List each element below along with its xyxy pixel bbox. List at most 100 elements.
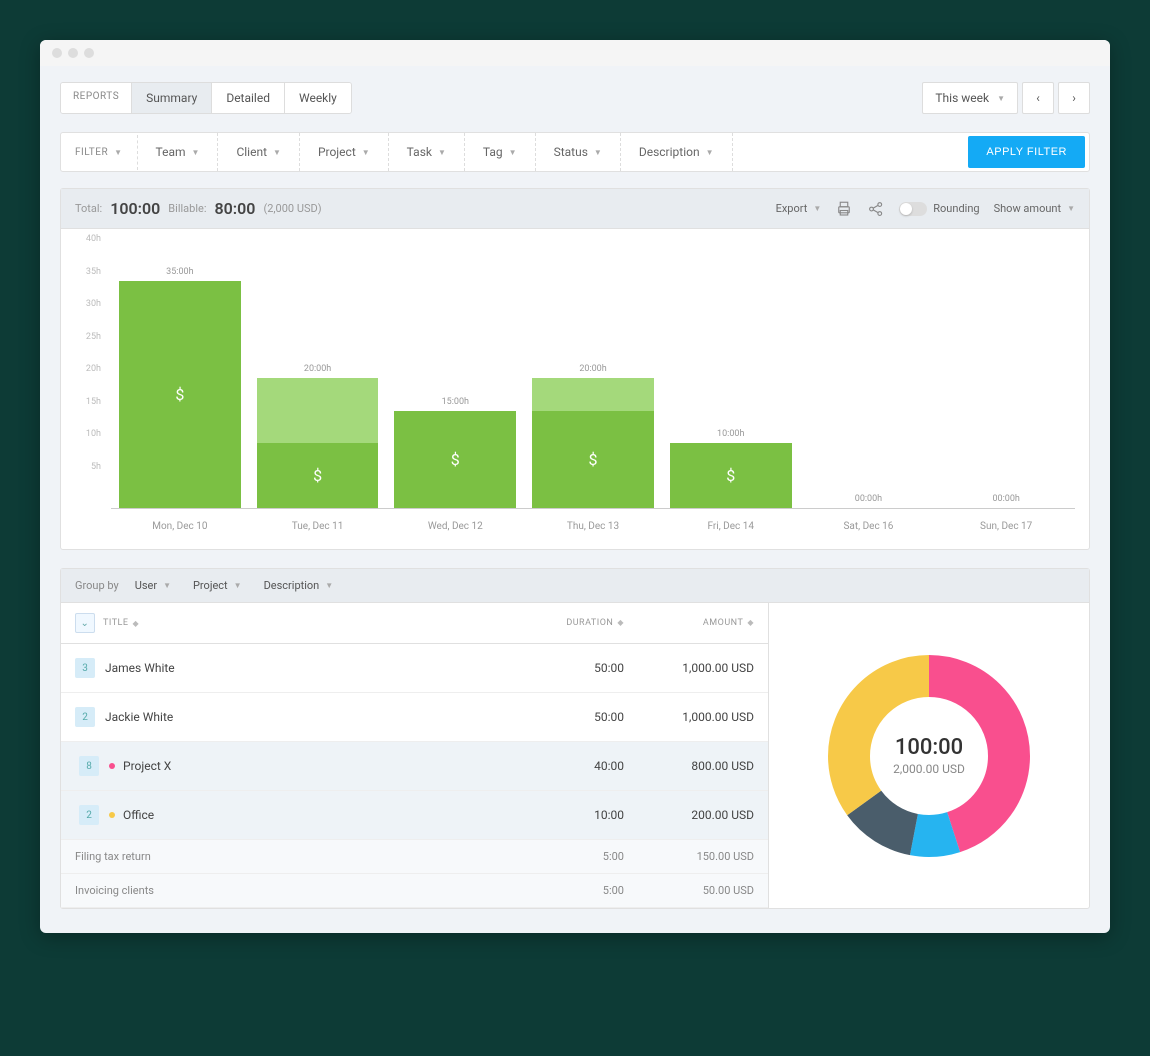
row-duration: 40:00 xyxy=(514,759,624,773)
y-tick: 5h xyxy=(91,462,101,472)
bar-segment-billable: $ xyxy=(257,443,379,508)
filter-tag[interactable]: Tag▼ xyxy=(465,133,536,171)
filter-description[interactable]: Description▼ xyxy=(621,133,733,171)
table-row[interactable]: 2 Jackie White 50:001,000.00 USD xyxy=(61,693,768,742)
bar-category-label: Sun, Dec 17 xyxy=(980,521,1032,532)
billable-value: 80:00 xyxy=(215,199,256,218)
window-dot xyxy=(68,48,78,58)
period-select[interactable]: This week ▼ xyxy=(922,82,1018,114)
billable-amount: (2,000 USD) xyxy=(263,202,321,215)
row-duration: 10:00 xyxy=(514,808,624,822)
filter-team[interactable]: Team▼ xyxy=(138,133,219,171)
column-duration[interactable]: DURATION◆ xyxy=(514,618,624,628)
row-title: James White xyxy=(105,661,175,675)
column-amount[interactable]: AMOUNT◆ xyxy=(624,618,754,628)
share-button[interactable] xyxy=(867,200,885,218)
table-row[interactable]: 3James White50:001,000.00 USD xyxy=(61,644,768,693)
report-tabs: REPORTS SummaryDetailedWeekly xyxy=(60,82,352,114)
window-dot xyxy=(84,48,94,58)
bar-segment-nonbillable xyxy=(532,378,654,411)
filter-status[interactable]: Status▼ xyxy=(536,133,621,171)
chevron-down-icon: ▼ xyxy=(438,148,446,157)
row-amount: 150.00 USD xyxy=(624,850,754,863)
table-row[interactable]: Invoicing clients5:0050.00 USD xyxy=(61,874,768,908)
export-button[interactable]: Export ▼ xyxy=(776,202,822,215)
period-prev-button[interactable]: ‹ xyxy=(1022,82,1054,114)
tab-summary[interactable]: Summary xyxy=(132,83,212,113)
bar-value-label: 20:00h xyxy=(579,364,606,374)
filter-label[interactable]: FILTER ▼ xyxy=(61,135,138,170)
group-select-user[interactable]: User▼ xyxy=(135,579,171,592)
chevron-down-icon: ▼ xyxy=(234,581,242,590)
group-select-description[interactable]: Description▼ xyxy=(264,579,334,592)
summary-header: Total: 100:00 Billable: 80:00 (2,000 USD… xyxy=(61,189,1089,229)
period-next-button[interactable]: › xyxy=(1058,82,1090,114)
chevron-down-icon: ▼ xyxy=(114,148,122,157)
chevron-down-icon: ▼ xyxy=(273,148,281,157)
bar-value-label: 20:00h xyxy=(304,364,331,374)
sort-icon: ◆ xyxy=(617,618,624,628)
printer-icon xyxy=(835,200,853,218)
filter-client[interactable]: Client▼ xyxy=(218,133,299,171)
y-tick: 20h xyxy=(86,364,101,374)
chevron-down-icon: ▼ xyxy=(325,581,333,590)
bar-slot: 35:00h$Mon, Dec 10 xyxy=(111,249,249,508)
bar-category-label: Fri, Dec 14 xyxy=(707,521,754,532)
summary-table: ⌄ TITLE◆ DURATION◆ AMOUNT◆ 3 James White 5… xyxy=(61,603,769,908)
bar-category-label: Wed, Dec 12 xyxy=(428,521,483,532)
row-amount: 200.00 USD xyxy=(624,808,754,822)
row-amount: 1,000.00 USD xyxy=(624,710,754,724)
bar-category-label: Mon, Dec 10 xyxy=(152,521,207,532)
chevron-down-icon: ▼ xyxy=(594,148,602,157)
reports-label: REPORTS xyxy=(61,83,132,113)
group-select-project[interactable]: Project▼ xyxy=(193,579,242,592)
filter-task[interactable]: Task▼ xyxy=(389,133,465,171)
row-amount: 1,000.00 USD xyxy=(624,661,754,675)
row-badge: 2 xyxy=(79,805,99,825)
chevron-down-icon: ▼ xyxy=(163,581,171,590)
donut-amount: 2,000.00 USD xyxy=(893,762,965,776)
project-color-dot xyxy=(109,763,115,769)
row-title: Office xyxy=(123,808,154,822)
column-title[interactable]: TITLE◆ xyxy=(103,618,514,628)
donut-total: 100:00 xyxy=(895,735,963,760)
row-duration: 5:00 xyxy=(514,850,624,863)
share-icon xyxy=(867,200,885,218)
show-amount-select[interactable]: Show amount ▼ xyxy=(994,202,1075,215)
filter-project[interactable]: Project▼ xyxy=(300,133,389,171)
chevron-left-icon: ‹ xyxy=(1036,91,1040,105)
bar-slot: 20:00h$Thu, Dec 13 xyxy=(524,249,662,508)
period-label: This week xyxy=(935,91,989,105)
print-button[interactable] xyxy=(835,200,853,218)
chevron-down-icon: ▼ xyxy=(813,204,821,213)
table-row[interactable]: 2 Office 10:00200.00 USD xyxy=(61,791,768,840)
rounding-toggle[interactable]: Rounding xyxy=(899,202,979,216)
row-duration: 5:00 xyxy=(514,884,624,897)
chevron-down-icon: ⌄ xyxy=(81,618,90,629)
bar-category-label: Tue, Dec 11 xyxy=(292,521,344,532)
bar-chart: 5h10h15h20h25h30h35h40h 35:00h$Mon, Dec … xyxy=(61,229,1089,549)
bar-value-label: 15:00h xyxy=(442,397,469,407)
window-titlebar xyxy=(40,40,1110,66)
table-row[interactable]: 8Project X40:00800.00 USD xyxy=(61,742,768,791)
total-label: Total: xyxy=(75,202,102,215)
y-tick: 35h xyxy=(86,267,101,277)
bar-category-label: Sat, Dec 16 xyxy=(843,521,893,532)
filter-bar: FILTER ▼ Team▼Client▼Project▼Task▼Tag▼St… xyxy=(60,132,1090,172)
project-color-dot xyxy=(109,812,115,818)
expand-all-button[interactable]: ⌄ xyxy=(75,613,95,633)
tab-detailed[interactable]: Detailed xyxy=(212,83,285,113)
tab-weekly[interactable]: Weekly xyxy=(285,83,351,113)
table-row[interactable]: Filing tax return5:00150.00 USD xyxy=(61,840,768,874)
bar-slot: 00:00hSun, Dec 17 xyxy=(937,249,1075,508)
y-tick: 10h xyxy=(86,429,101,439)
apply-filter-button[interactable]: APPLY FILTER xyxy=(968,136,1085,168)
row-badge: 3 xyxy=(75,658,95,678)
billable-label: Billable: xyxy=(168,202,206,215)
row-badge: 2 xyxy=(75,707,95,727)
y-tick: 15h xyxy=(86,397,101,407)
bar-value-label: 35:00h xyxy=(166,267,193,277)
row-duration: 50:00 xyxy=(514,710,624,724)
row-title: Jackie White xyxy=(105,710,173,724)
bar-segment-billable: $ xyxy=(670,443,792,508)
